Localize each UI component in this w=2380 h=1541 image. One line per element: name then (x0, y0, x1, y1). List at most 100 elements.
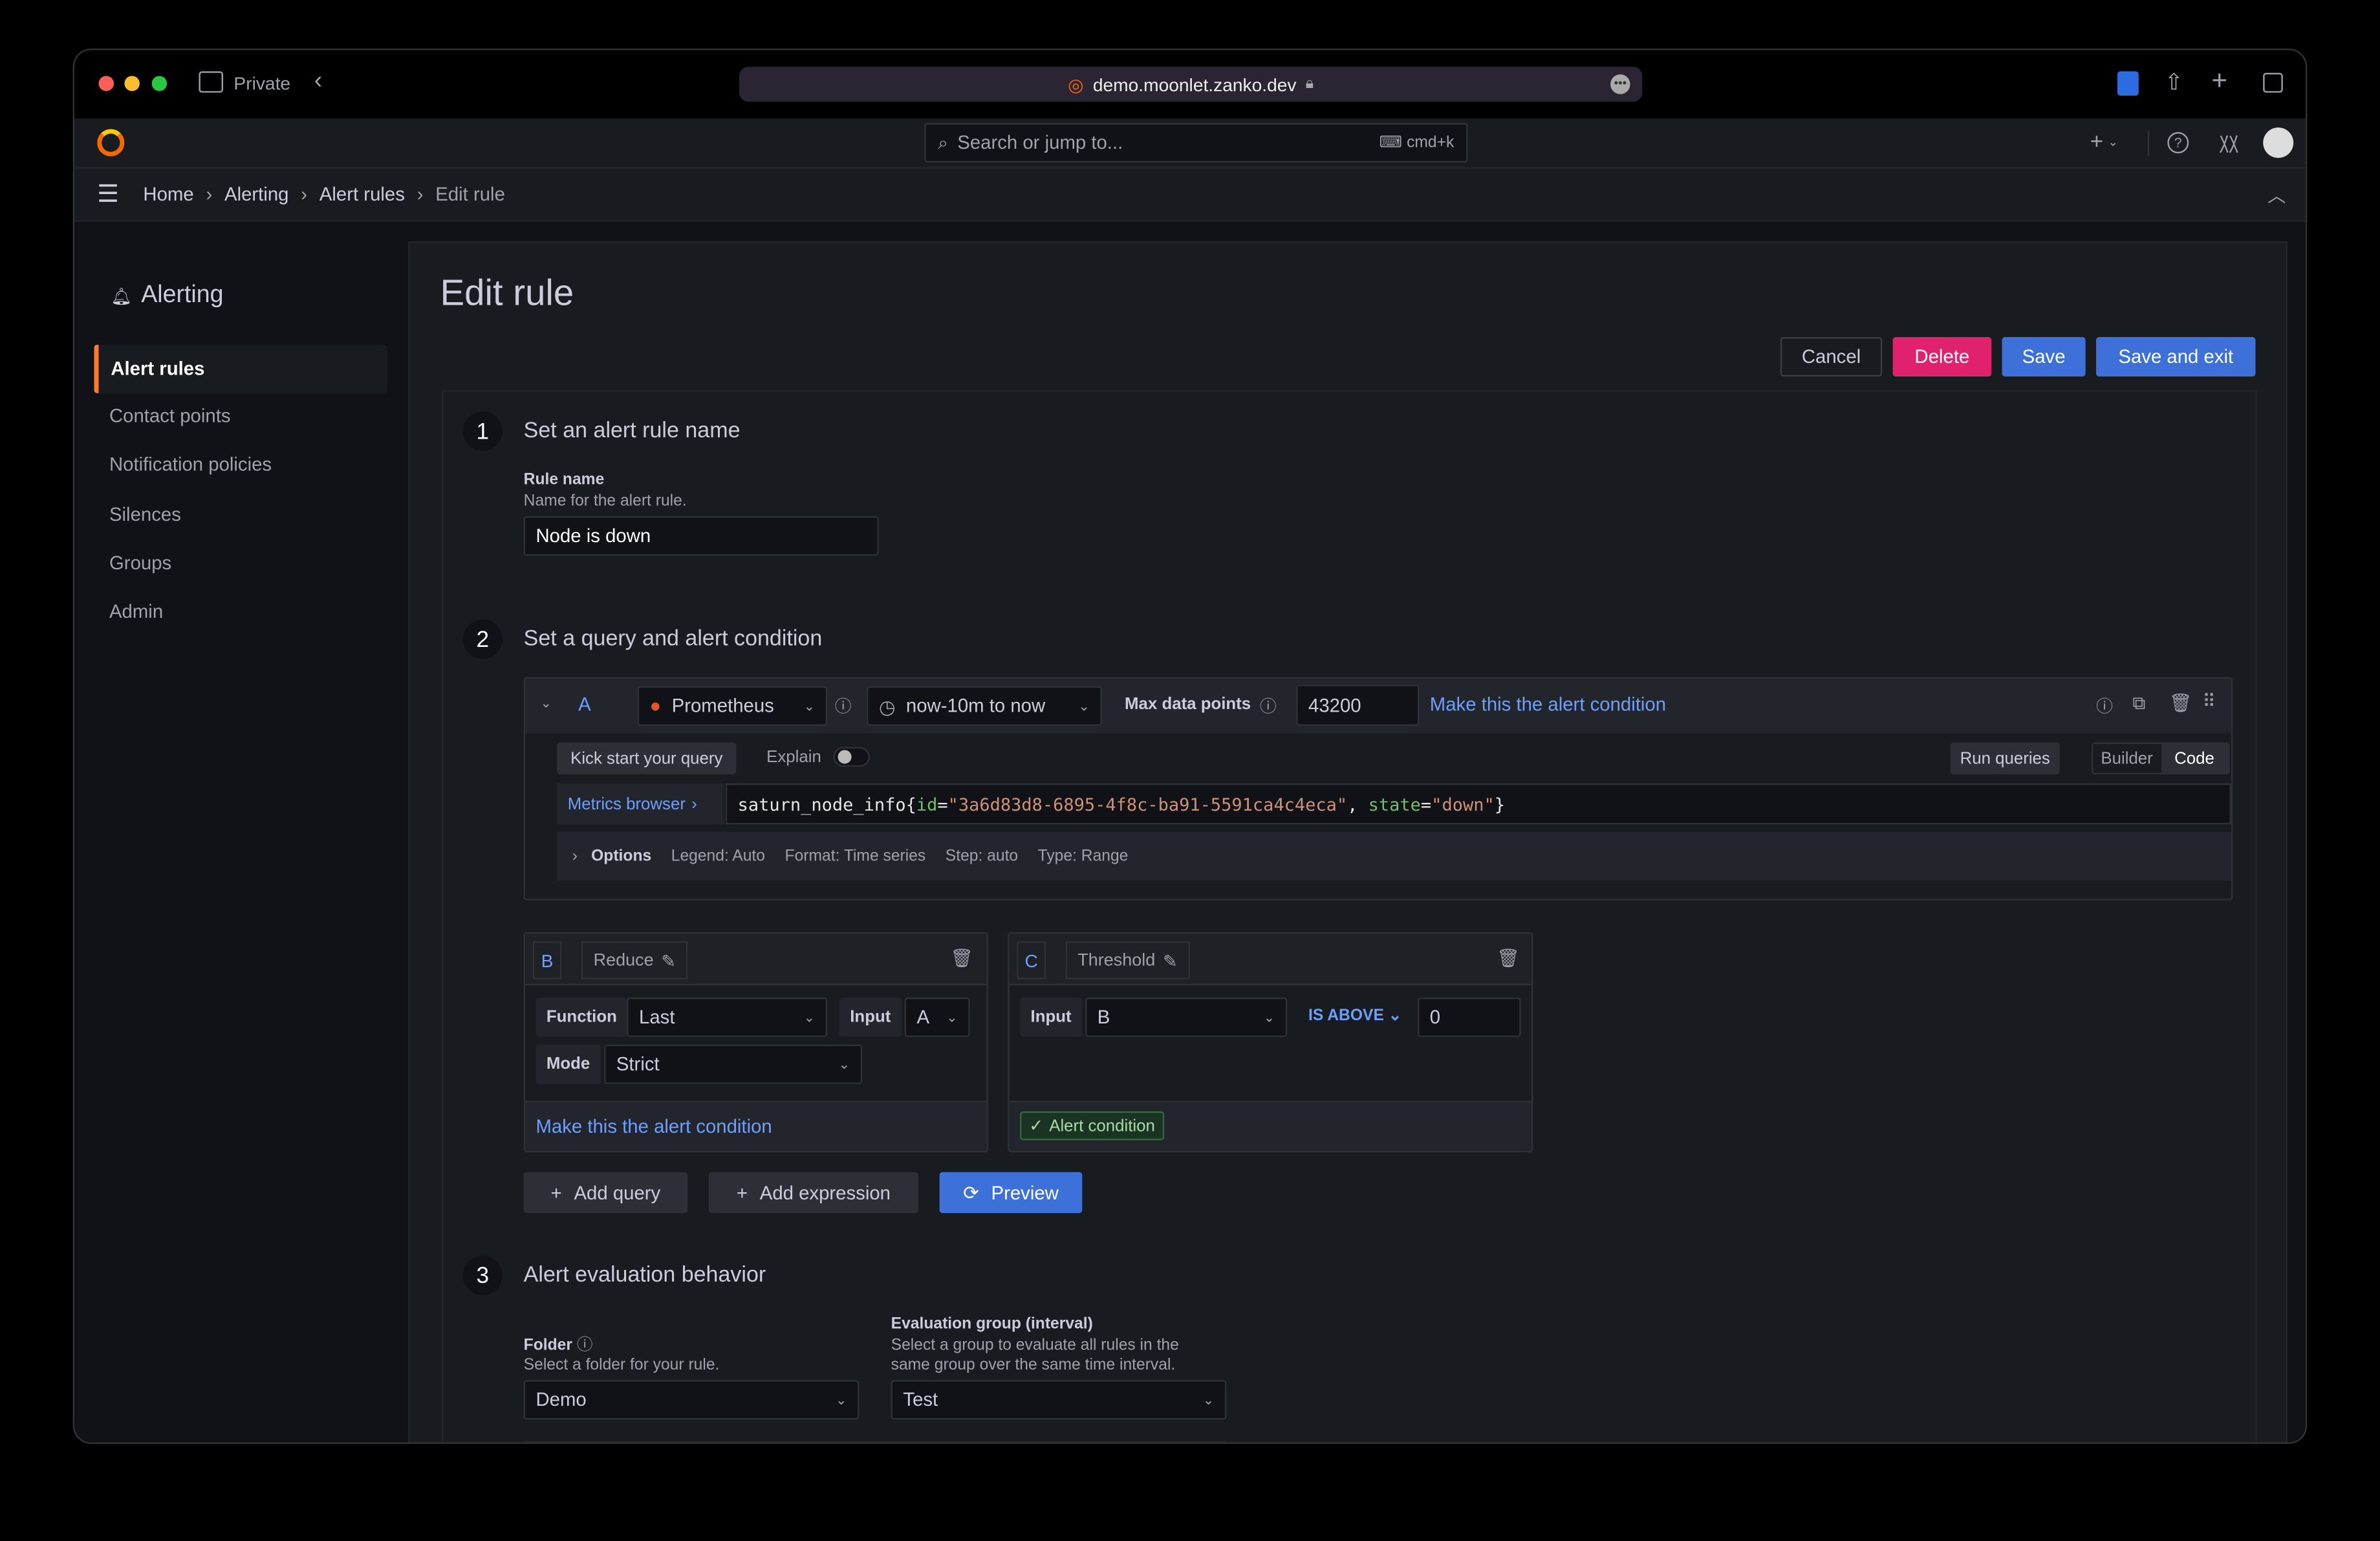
menu-icon[interactable]: ☰ (97, 179, 119, 210)
add-expression-label: Add expression (759, 1182, 891, 1203)
function-label: Function (536, 997, 628, 1037)
metrics-browser-button[interactable]: Metrics browser › (557, 783, 724, 825)
make-alert-condition-link[interactable]: Make this the alert condition (1430, 694, 1666, 716)
datasource-value: Prometheus (671, 695, 774, 717)
query-editor[interactable]: saturn_node_info{id = "3a6d83d8-6895-4f8c-… (725, 783, 2231, 825)
close-window-button[interactable] (98, 76, 114, 91)
threshold-value: 0 (1429, 1006, 1441, 1028)
mode-select[interactable]: Strict ⌄ (604, 1044, 863, 1084)
query-ref-a[interactable]: A (578, 694, 591, 716)
query-options-row[interactable]: › Options Legend: Auto Format: Time seri… (557, 832, 2231, 881)
input-label: Input (839, 997, 902, 1037)
code-mode-button[interactable]: Code (2160, 743, 2229, 773)
url-text: demo.moonlet.zanko.dev (1092, 73, 1297, 95)
add-new-button[interactable]: + ⌄ (2090, 129, 2118, 155)
drag-handle-icon[interactable]: ⠿ (2202, 691, 2216, 712)
edit-pencil-icon: ✎ (661, 952, 676, 971)
collapse-chevron-up-icon[interactable]: ︿ (2267, 182, 2286, 208)
max-data-points-input[interactable]: 43200 (1296, 684, 1420, 726)
tabs-overview-icon[interactable] (2263, 72, 2283, 93)
breadcrumb-alerting[interactable]: Alerting (224, 184, 288, 205)
rule-name-input[interactable]: Node is down (523, 516, 879, 556)
function-select[interactable]: Last ⌄ (627, 997, 828, 1037)
sidebar-item-contact-points[interactable]: Contact points (109, 406, 231, 427)
datasource-select[interactable]: ● Prometheus ⌄ (637, 686, 828, 726)
input-select[interactable]: B ⌄ (1085, 997, 1288, 1037)
help-icon[interactable]: ⓘ (2096, 694, 2113, 719)
time-range-select[interactable]: ◷ now-10m to now ⌄ (867, 686, 1102, 726)
maximize-window-button[interactable] (151, 76, 168, 91)
grafana-logo-icon[interactable] (97, 129, 125, 157)
query-a-panel: ⌄ A ● Prometheus ⌄ ⓘ ◷ now-10m to now ⌄ Max … (523, 677, 2233, 901)
trash-icon[interactable]: 🗑︎ (1497, 947, 1520, 968)
trash-icon[interactable]: 🗑︎ (950, 947, 973, 968)
option-legend: Legend: Auto (671, 847, 766, 866)
expression-name[interactable]: Threshold ✎ (1065, 941, 1190, 979)
sidebar-item-notification-policies[interactable]: Notification policies (109, 454, 272, 475)
delete-button[interactable]: Delete (1892, 337, 1992, 377)
info-icon[interactable]: ⓘ (835, 694, 852, 719)
chevron-down-icon: ⌄ (838, 1056, 850, 1071)
url-bar[interactable]: ◎ demo.moonlet.zanko.dev 🔒︎ ••• (739, 67, 1643, 102)
chevron-right-icon: › (691, 794, 697, 813)
alert-condition-badge: ✓ Alert condition (1020, 1111, 1164, 1141)
metrics-browser-label: Metrics browser (567, 794, 686, 813)
save-button[interactable]: Save (2002, 337, 2086, 377)
add-query-button[interactable]: + Add query (523, 1172, 688, 1214)
rule-name-description: Name for the alert rule. (523, 492, 687, 510)
share-icon[interactable]: ⇧ (2165, 69, 2184, 96)
alert-condition-text: Alert condition (1049, 1117, 1155, 1135)
help-icon[interactable]: ? (2167, 132, 2189, 154)
sidebar-toggle-icon[interactable] (199, 71, 223, 93)
builder-mode-button[interactable]: Builder (2093, 744, 2160, 773)
query-label-value: "3a6d83d8-6895-4f8c-ba91-5591ca4c4eca" (947, 793, 1348, 815)
step-title: Set a query and alert condition (523, 627, 823, 651)
plus-icon: + (736, 1182, 748, 1203)
private-label: Private (233, 72, 291, 94)
minimize-window-button[interactable] (124, 76, 140, 91)
preview-button[interactable]: ⟳ Preview (939, 1172, 1083, 1214)
trash-icon[interactable]: 🗑︎ (2169, 692, 2192, 714)
sidebar: 🔔︎ Alerting Alert rules Contact points N… (74, 222, 408, 1443)
evaluation-group-select[interactable]: Test ⌄ (891, 1380, 1227, 1420)
avatar[interactable] (2263, 127, 2294, 158)
chevron-down-icon: ⌄ (803, 1009, 816, 1024)
evaluation-group-label: Evaluation group (interval) (891, 1315, 1093, 1333)
kick-start-query-button[interactable]: Kick start your query (557, 742, 737, 774)
keyboard-shortcut: ⌨ cmd+k (1379, 133, 1455, 152)
new-tab-icon[interactable]: + (2211, 65, 2227, 97)
run-queries-button[interactable]: Run queries (1950, 742, 2060, 774)
expression-name[interactable]: Reduce ✎ (581, 941, 688, 979)
input-select[interactable]: A ⌄ (904, 997, 970, 1037)
max-data-points-value: 43200 (1308, 694, 1361, 716)
sidebar-item-alert-rules[interactable]: Alert rules (94, 344, 387, 393)
sidebar-item-groups[interactable]: Groups (109, 552, 171, 574)
news-rss-icon[interactable]: 〷 (2219, 129, 2239, 158)
make-alert-condition-link[interactable]: Make this the alert condition (536, 1116, 772, 1137)
info-icon[interactable]: ⓘ (1260, 694, 1277, 719)
input-label: Input (1020, 997, 1083, 1037)
save-and-exit-button[interactable]: Save and exit (2096, 337, 2256, 377)
duplicate-icon[interactable]: ⧉ (2132, 692, 2145, 715)
sidebar-item-silences[interactable]: Silences (109, 504, 181, 525)
step-number: 3 (462, 1255, 503, 1295)
option-step: Step: auto (945, 847, 1019, 866)
explain-toggle[interactable] (833, 747, 870, 767)
threshold-operator-select[interactable]: IS ABOVE ⌄ (1308, 1007, 1401, 1025)
collapse-chevron-icon[interactable]: ⌄ (540, 695, 552, 712)
sidebar-item-admin[interactable]: Admin (109, 601, 163, 622)
breadcrumb-alert-rules[interactable]: Alert rules (319, 184, 405, 205)
threshold-value-input[interactable]: 0 (1418, 997, 1521, 1037)
prometheus-icon: ● (649, 695, 662, 717)
add-expression-button[interactable]: + Add expression (709, 1172, 918, 1214)
back-icon[interactable]: ‹ (314, 69, 323, 96)
site-favicon-icon: ◎ (1068, 73, 1084, 95)
extension-icon[interactable] (2117, 71, 2139, 96)
bell-icon: 🔔︎ (111, 287, 133, 306)
cancel-button[interactable]: Cancel (1780, 337, 1883, 377)
more-icon[interactable]: ••• (1610, 74, 1630, 94)
breadcrumb-home[interactable]: Home (143, 184, 193, 205)
folder-select[interactable]: Demo ⌄ (523, 1380, 860, 1420)
search-input[interactable]: ⌕ Search or jump to... ⌨ cmd+k (924, 123, 1468, 163)
info-icon[interactable]: ⓘ (577, 1336, 593, 1354)
